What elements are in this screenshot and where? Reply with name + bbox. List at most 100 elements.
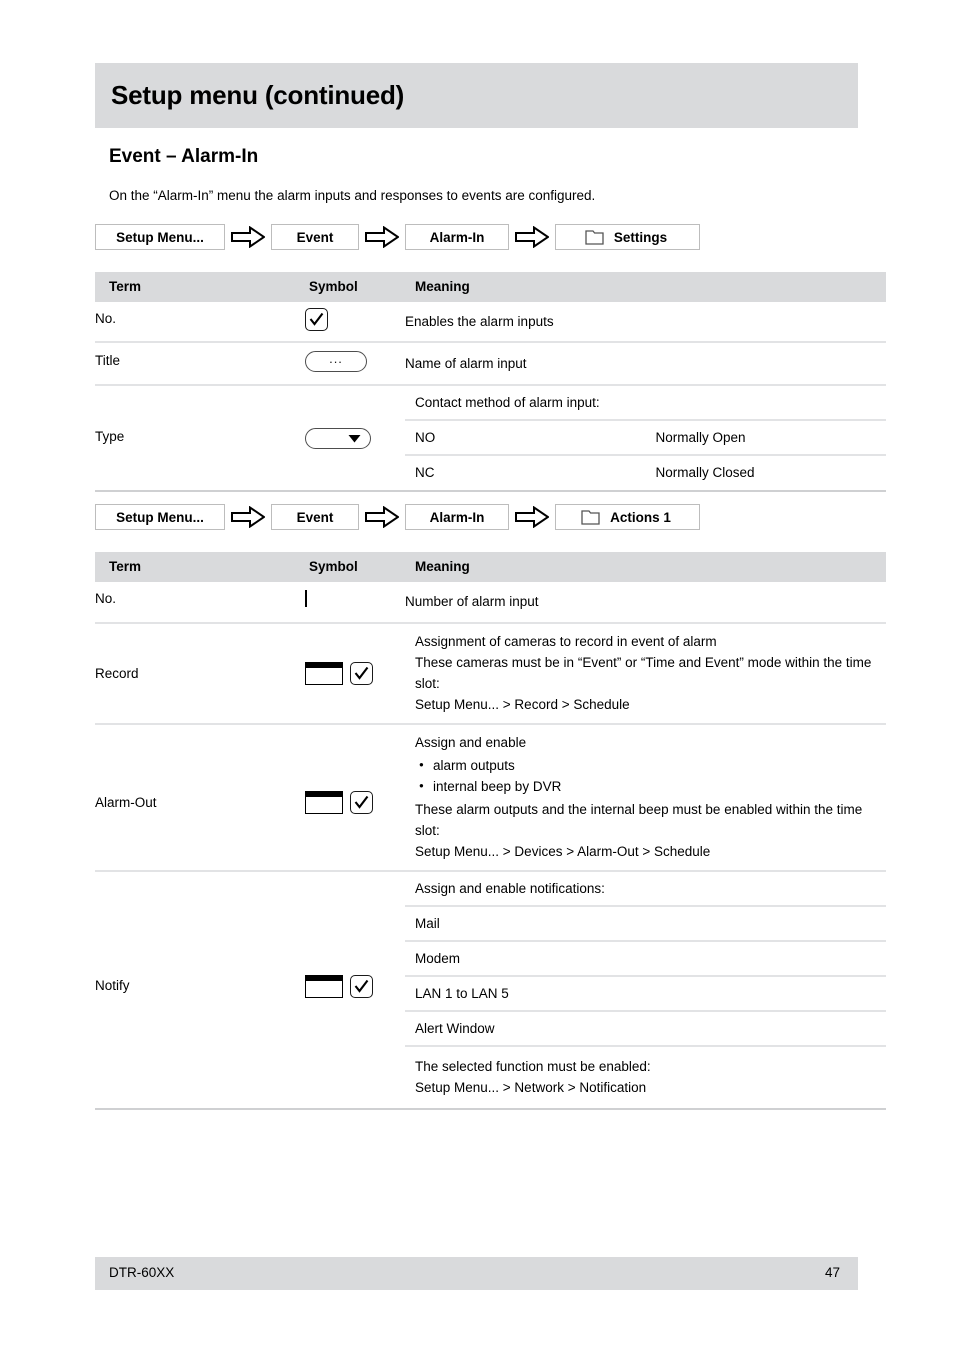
- section-heading: Event – Alarm-In: [109, 146, 259, 167]
- table-row: Title ... Name of alarm input: [95, 342, 886, 385]
- notify-options-table: Assign and enable notifications: Mail Mo…: [405, 872, 886, 1108]
- alarmout-line-2: Setup Menu... > Devices > Alarm-Out > Sc…: [415, 844, 711, 859]
- row-term: Title: [95, 353, 121, 368]
- notify-footer-line-2: Setup Menu... > Network > Notification: [415, 1080, 647, 1095]
- row-term: Record: [95, 666, 139, 681]
- right-block-arrow-icon: [359, 226, 405, 248]
- breadcrumb-label: Setup Menu...: [116, 229, 204, 245]
- right-block-arrow-icon: [509, 506, 555, 528]
- table-header-row: Term Symbol Meaning: [95, 552, 886, 582]
- table-row: Record Assignment of cameras to record i…: [95, 623, 886, 724]
- list-box-icon: [305, 662, 343, 685]
- symbol-pair: [305, 975, 405, 998]
- ellipsis-label: ...: [329, 351, 343, 366]
- row-term: Type: [95, 429, 125, 444]
- column-header-meaning: Meaning: [405, 272, 886, 302]
- row-symbol: [305, 302, 405, 342]
- notify-footer-row: The selected function must be enabled: S…: [405, 1046, 886, 1108]
- column-header-meaning: Meaning: [405, 552, 886, 582]
- breadcrumb-item-setup-menu[interactable]: Setup Menu...: [95, 504, 225, 530]
- column-header-term: Term: [95, 552, 305, 582]
- right-block-arrow-icon: [225, 506, 271, 528]
- breadcrumb-item-event[interactable]: Event: [271, 224, 359, 250]
- breadcrumb-item-event[interactable]: Event: [271, 504, 359, 530]
- alarmout-intro: Assign and enable: [415, 735, 527, 750]
- notify-option-row: LAN 1 to LAN 5: [405, 976, 886, 1012]
- record-meaning-block: Assignment of cameras to record in event…: [405, 624, 886, 723]
- alarmout-meaning-block: Assign and enable alarm outputs internal…: [405, 725, 886, 870]
- breadcrumb-label: Alarm-In: [429, 229, 485, 245]
- checkbox-checked-icon: [305, 308, 328, 331]
- right-block-arrow-icon: [359, 506, 405, 528]
- dropdown-icon: [305, 428, 371, 449]
- row-meaning: Enables the alarm inputs: [405, 314, 554, 329]
- row-symbol: [305, 623, 405, 724]
- notify-intro: Assign and enable notifications:: [405, 872, 886, 907]
- document-page: Setup menu (continued) Event – Alarm-In …: [95, 0, 886, 1354]
- row-meaning: Name of alarm input: [405, 356, 527, 371]
- row-term: Notify: [95, 978, 130, 993]
- notify-option: Modem: [405, 941, 886, 977]
- record-line-2: These cameras must be in “Event” or “Tim…: [415, 655, 872, 691]
- breadcrumb-item-alarm-in[interactable]: Alarm-In: [405, 224, 509, 250]
- column-header-symbol: Symbol: [305, 272, 405, 302]
- row-term: No.: [95, 591, 117, 606]
- breadcrumb-item-actions-1[interactable]: Actions 1: [555, 504, 700, 530]
- right-block-arrow-icon: [225, 226, 271, 248]
- breadcrumb-actions: Setup Menu... Event Alarm-In Actions 1: [95, 504, 700, 530]
- folder-icon: [585, 229, 604, 245]
- plain-box-icon: [305, 590, 307, 607]
- actions-table: Term Symbol Meaning No. Number of alarm …: [95, 552, 886, 1110]
- table-row: No. Enables the alarm inputs: [95, 302, 886, 342]
- breadcrumb-label: Actions 1: [610, 509, 671, 525]
- notify-footer-line-1: The selected function must be enabled:: [415, 1059, 651, 1074]
- checkbox-checked-icon: [350, 662, 373, 685]
- breadcrumb-label: Alarm-In: [429, 509, 485, 525]
- type-option-row: NO Normally Open: [405, 420, 886, 456]
- settings-table: Term Symbol Meaning No. Enables the alar…: [95, 272, 886, 492]
- type-options-table: Contact method of alarm input: NO Normal…: [405, 386, 886, 490]
- notify-intro-row: Assign and enable notifications:: [405, 872, 886, 907]
- checkbox-checked-icon: [350, 975, 373, 998]
- type-option-row: NC Normally Closed: [405, 455, 886, 490]
- column-header-term: Term: [95, 272, 305, 302]
- type-intro-row: Contact method of alarm input:: [405, 386, 886, 421]
- breadcrumb-item-setup-menu[interactable]: Setup Menu...: [95, 224, 225, 250]
- notify-option-row: Mail: [405, 906, 886, 942]
- notify-footer: The selected function must be enabled: S…: [405, 1046, 886, 1108]
- type-option-text: Normally Closed: [655, 465, 755, 480]
- breadcrumb-settings: Setup Menu... Event Alarm-In Settings: [95, 224, 700, 250]
- checkbox-checked-icon: [350, 791, 373, 814]
- row-meaning: Contact method of alarm input: NO Normal…: [405, 385, 886, 491]
- record-line-1: Assignment of cameras to record in event…: [415, 634, 717, 649]
- notify-option: Mail: [405, 906, 886, 942]
- column-header-symbol: Symbol: [305, 552, 405, 582]
- row-meaning: Number of alarm input: [405, 594, 539, 609]
- breadcrumb-item-alarm-in[interactable]: Alarm-In: [405, 504, 509, 530]
- table-row: Notify Assign and enable notifications:: [95, 871, 886, 1109]
- row-symbol: [305, 871, 405, 1109]
- row-meaning: Assign and enable alarm outputs internal…: [405, 724, 886, 871]
- row-term: No.: [95, 311, 117, 326]
- row-meaning: Assignment of cameras to record in event…: [405, 623, 886, 724]
- type-intro: Contact method of alarm input:: [405, 386, 886, 421]
- list-item: alarm outputs: [419, 754, 886, 776]
- breadcrumb-label: Event: [296, 509, 334, 525]
- folder-icon: [581, 509, 600, 525]
- row-meaning: Assign and enable notifications: Mail Mo…: [405, 871, 886, 1109]
- table-row: Type Contact method of alarm input: NO N…: [95, 385, 886, 491]
- list-item: internal beep by DVR: [419, 775, 886, 797]
- row-symbol: [305, 724, 405, 871]
- ellipsis-button-icon: ...: [305, 351, 367, 372]
- notify-option-row: Modem: [405, 941, 886, 977]
- type-option-code: NC: [415, 465, 435, 480]
- table-row: No. Number of alarm input: [95, 582, 886, 623]
- table-row: Alarm-Out Assign and enable alarm output…: [95, 724, 886, 871]
- breadcrumb-label: Event: [296, 229, 334, 245]
- intro-paragraph: On the “Alarm-In” menu the alarm inputs …: [109, 188, 596, 203]
- symbol-pair: [305, 791, 405, 814]
- record-line-3: Setup Menu... > Record > Schedule: [415, 697, 630, 712]
- table-header-row: Term Symbol Meaning: [95, 272, 886, 302]
- breadcrumb-item-settings[interactable]: Settings: [555, 224, 700, 250]
- alarmout-line-1: These alarm outputs and the internal bee…: [415, 802, 863, 838]
